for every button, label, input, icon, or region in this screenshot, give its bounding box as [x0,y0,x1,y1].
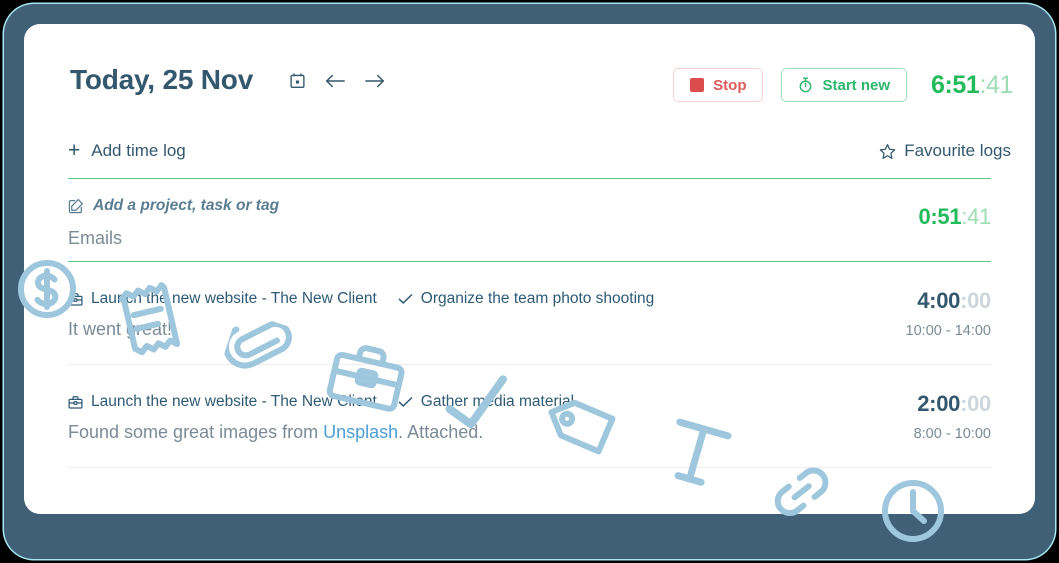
log-note-prefix: Found some great images from [68,422,324,442]
log-project[interactable]: Launch the new website - The New Client [68,393,377,411]
time-tracker-card: Today, 25 Nov Stop Start new 6:51:41 + A… [24,24,1035,514]
log-duration: 0:51:41 [918,204,991,230]
global-timer-seconds: :41 [979,70,1013,99]
stop-square-icon [690,78,705,92]
log-note[interactable]: Emails [68,228,279,249]
favourite-logs-button[interactable]: Favourite logs [879,141,1011,161]
unsplash-link[interactable]: Unsplash [323,422,398,442]
add-time-log-button[interactable]: + Add time log [68,140,186,161]
start-new-button-label: Start new [822,76,890,94]
log-duration: 4:00:00 [906,288,991,314]
log-duration-main: 4:00 [917,288,961,313]
log-row-right: 2:00:00 8:00 - 10:00 [913,391,992,442]
star-icon [879,143,896,160]
log-duration-main: 0:51 [918,204,962,229]
timer-controls: Stop Start new 6:51:41 [673,68,1013,102]
add-project-task-tag-field[interactable]: Add a project, task or tag [68,197,279,215]
log-project-label: Launch the new website - The New Client [91,393,377,410]
page-title: Today, 25 Nov [70,64,254,95]
add-project-task-tag-placeholder: Add a project, task or tag [93,197,280,214]
edit-pencil-icon [68,198,84,214]
date-nav-controls [289,72,386,89]
favourite-logs-label: Favourite logs [904,141,1011,160]
log-task-label: Organize the team photo shooting [420,290,655,307]
global-running-timer: 6:51:41 [931,71,1013,100]
stop-button[interactable]: Stop [673,68,764,102]
stopwatch-icon [798,77,813,93]
briefcase-icon [68,292,83,307]
log-time-range: 10:00 - 14:00 [905,323,991,339]
arrow-left-icon[interactable] [324,73,346,89]
log-project[interactable]: Launch the new website - The New Client [68,290,377,308]
arrow-right-icon[interactable] [364,73,386,89]
log-task[interactable]: Gather media material [398,393,574,411]
log-meta-line: Launch the new website - The New Client … [68,290,654,308]
log-duration: 2:00:00 [914,391,991,417]
screenshot-root: Today, 25 Nov Stop Start new 6:51:41 + A… [0,0,1059,563]
start-new-button[interactable]: Start new [781,68,907,102]
log-note[interactable]: Found some great images from Unsplash. A… [68,422,574,443]
log-duration-seconds: :00 [960,391,991,416]
log-row-left: Add a project, task or tag Emails [68,197,279,249]
log-time-range: 8:00 - 10:00 [913,426,991,442]
log-duration-seconds: :00 [960,288,991,313]
log-note-suffix: . Attached. [398,422,484,442]
log-row-right: 4:00:00 10:00 - 14:00 [905,288,992,339]
log-note[interactable]: It went great! [68,319,654,340]
log-duration-main: 2:00 [917,391,961,416]
card-header: Today, 25 Nov Stop Start new 6:51:41 [24,24,1035,102]
briefcase-icon [68,395,83,410]
log-duration-seconds: :41 [961,204,991,229]
table-row[interactable]: Launch the new website - The New Client … [68,365,991,468]
log-row-left: Launch the new website - The New Client … [68,290,654,340]
log-row-right: 0:51:41 [918,204,991,230]
log-row-left: Launch the new website - The New Client … [68,393,574,443]
log-task[interactable]: Organize the team photo shooting [398,290,655,308]
calendar-icon[interactable] [289,72,306,89]
check-icon [398,396,413,408]
table-row[interactable]: Add a project, task or tag Emails 0:51:4… [68,178,991,262]
log-meta-line: Launch the new website - The New Client … [68,393,574,411]
stop-button-label: Stop [713,76,747,94]
log-toolbar: + Add time log Favourite logs [24,128,1035,174]
log-task-label: Gather media material [420,393,575,410]
table-row[interactable]: Launch the new website - The New Client … [68,262,991,365]
check-icon [398,293,413,305]
plus-icon: + [68,139,81,162]
global-timer-main: 6:51 [931,70,980,99]
log-project-label: Launch the new website - The New Client [91,290,377,307]
add-time-log-label: Add time log [91,140,186,160]
time-log-list: Add a project, task or tag Emails 0:51:4… [68,178,991,468]
